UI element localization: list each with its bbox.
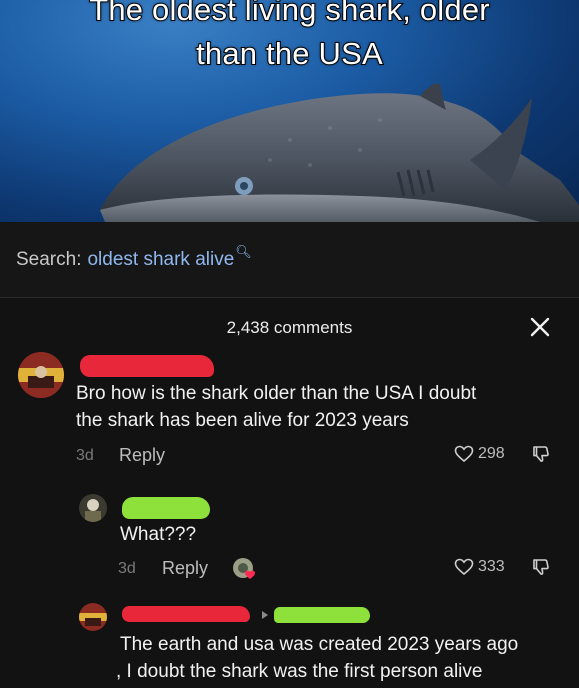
close-icon[interactable] — [529, 316, 551, 338]
video-frame[interactable]: The oldest living shark, older than the … — [0, 0, 579, 222]
heart-icon — [454, 558, 474, 576]
creator-liked-badge — [232, 556, 258, 582]
avatar-image — [18, 352, 64, 398]
video-caption-line2: than the USA — [195, 35, 384, 72]
heart-icon — [454, 445, 474, 463]
like-count: 333 — [478, 558, 505, 575]
related-search-bar[interactable]: Search: oldest shark alive 🔍︎ — [0, 222, 579, 298]
comment-text: What??? — [120, 524, 197, 545]
video-caption-line1: The oldest living shark, older — [88, 0, 490, 28]
comment-text: the shark has been alive for 2023 years — [76, 410, 409, 431]
reply-button[interactable]: Reply — [162, 558, 208, 579]
search-term-link[interactable]: oldest shark alive — [87, 249, 234, 271]
comment-age: 3d — [76, 447, 94, 464]
avatar[interactable] — [79, 494, 107, 522]
shark-image — [100, 83, 579, 222]
like-button[interactable]: 333 — [454, 558, 505, 576]
comments-panel: 2,438 comments Bro how is the shark olde… — [0, 298, 579, 688]
redacted-username — [122, 606, 250, 622]
redacted-username — [122, 497, 210, 519]
redacted-username — [80, 355, 214, 377]
search-icon: 🔍︎ — [235, 243, 252, 259]
avatar[interactable] — [79, 603, 107, 631]
reply-button[interactable]: Reply — [119, 445, 165, 466]
comments-count: 2,438 comments — [226, 318, 353, 337]
reply-arrow-icon — [262, 611, 268, 619]
like-button[interactable]: 298 — [454, 445, 505, 463]
dislike-icon[interactable] — [530, 443, 552, 465]
like-count: 298 — [478, 445, 505, 462]
comment-text: Bro how is the shark older than the USA … — [76, 383, 477, 404]
comment-text: , I doubt the shark was the first person… — [116, 661, 483, 682]
avatar-image — [79, 494, 107, 522]
avatar-image — [79, 603, 107, 631]
creator-avatar-icon — [233, 558, 255, 579]
redacted-username — [274, 607, 370, 623]
avatar[interactable] — [18, 352, 64, 398]
dislike-icon[interactable] — [530, 556, 552, 578]
comment-text: The earth and usa was created 2023 years… — [120, 634, 519, 655]
search-prefix-label: Search: — [16, 248, 82, 270]
comment-age: 3d — [118, 560, 136, 577]
